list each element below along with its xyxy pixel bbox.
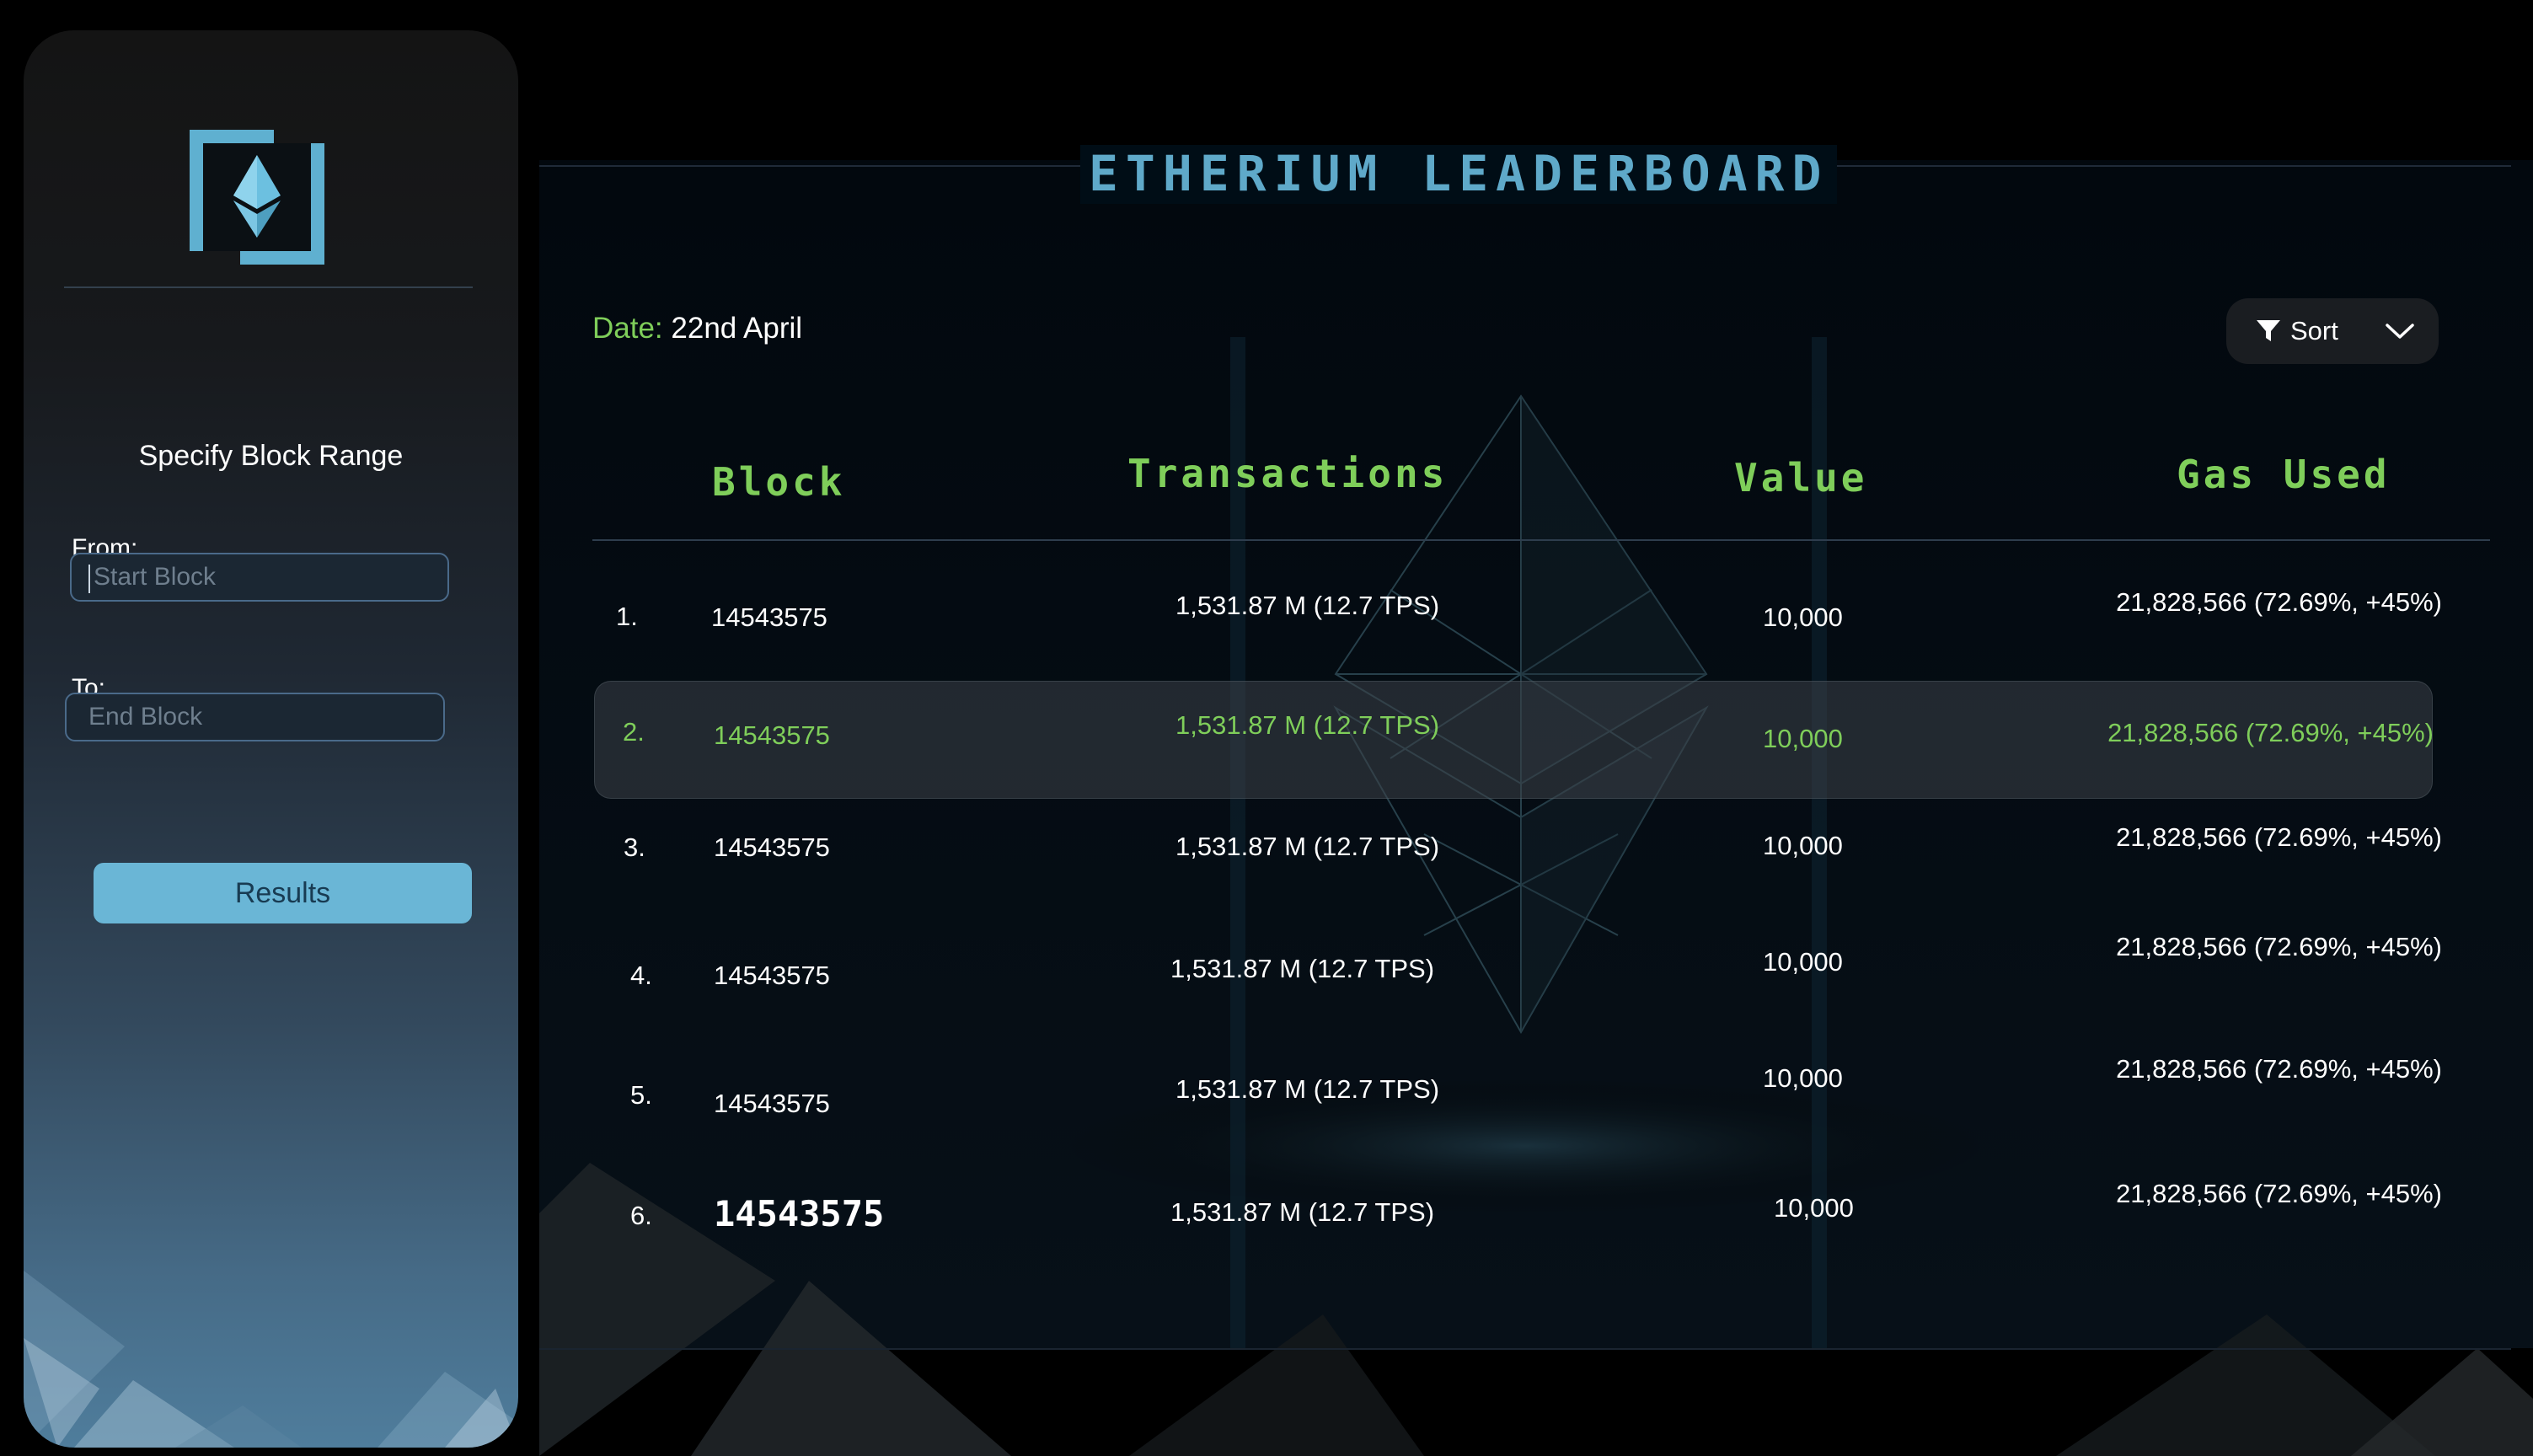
sort-label: Sort [2290,316,2338,345]
column-header-gas-used: Gas Used [2177,452,2391,497]
row-rank: 3. [624,832,645,862]
sidebar-divider [64,286,473,288]
row-block: 14543575 [714,1089,830,1118]
row-transactions: 1,531.87 M (12.7 TPS) [1175,832,1440,861]
row-value: 10,000 [1774,1193,1854,1223]
row-value: 10,000 [1763,947,1843,977]
row-gas-used: 21,828,566 (72.69%, +45%) [2107,718,2434,747]
row-gas-used: 21,828,566 (72.69%, +45%) [2116,1179,2442,1208]
start-block-field[interactable] [70,553,449,602]
end-block-input[interactable] [67,694,443,740]
footer-divider [539,1348,2511,1350]
row-value: 10,000 [1763,724,1843,753]
row-transactions: 1,531.87 M (12.7 TPS) [1170,954,1435,983]
polygon-decoration [24,1271,518,1448]
row-block: 14543575 [711,602,827,632]
row-block: 14543575 [714,832,830,862]
date-display: Date: 22nd April [592,312,802,345]
row-rank: 5. [630,1080,652,1110]
row-block: 14543575 [714,720,830,750]
row-rank: 4. [630,961,652,990]
column-header-transactions: Transactions [1127,451,1449,496]
block-range-heading: Specify Block Range [138,440,404,472]
filter-icon [2257,320,2280,341]
row-value: 10,000 [1763,831,1843,860]
start-block-input[interactable] [72,554,447,600]
column-header-value: Value [1734,455,1868,500]
row-gas-used: 21,828,566 (72.69%, +45%) [2116,1054,2442,1084]
row-value: 10,000 [1763,1063,1843,1093]
row-rank: 1. [616,602,638,631]
row-transactions: 1,531.87 M (12.7 TPS) [1170,1197,1435,1227]
date-value: 22nd April [671,312,803,345]
ethereum-logo-icon [190,130,324,265]
column-header-block: Block [712,459,846,505]
row-rank: 2. [623,717,645,747]
row-gas-used: 21,828,566 (72.69%, +45%) [2116,822,2442,852]
row-transactions: 1,531.87 M (12.7 TPS) [1175,710,1440,740]
sort-dropdown[interactable]: Sort [2226,298,2439,364]
row-transactions: 1,531.87 M (12.7 TPS) [1175,1074,1440,1104]
row-rank: 6. [630,1201,652,1230]
date-label: Date: [592,312,663,345]
row-gas-used: 21,828,566 (72.69%, +45%) [2116,932,2442,961]
header-divider [592,539,2490,541]
sidebar: Specify Block Range From: To: Results [24,30,518,1448]
page-title: ETHERIUM LEADERBOARD [1080,145,1838,204]
text-caret [88,565,90,593]
end-block-field[interactable] [65,693,445,741]
chevron-down-icon [2386,324,2414,339]
row-transactions: 1,531.87 M (12.7 TPS) [1175,591,1440,620]
row-value: 10,000 [1763,602,1843,632]
results-button[interactable]: Results [94,863,472,923]
row-block: 14543575 [714,961,830,990]
row-gas-used: 21,828,566 (72.69%, +45%) [2116,587,2442,617]
row-block: 14543575 [714,1193,885,1234]
